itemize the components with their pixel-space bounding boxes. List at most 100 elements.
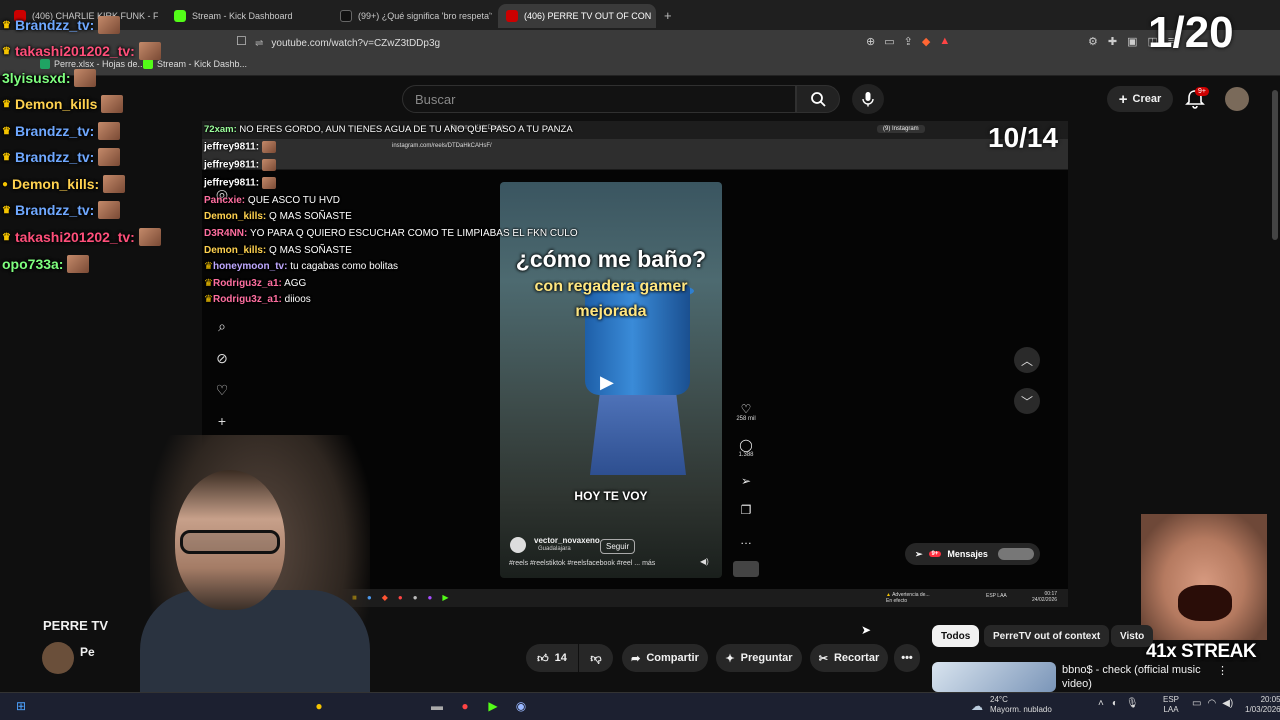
crown-icon: ♛ bbox=[2, 19, 11, 31]
emote bbox=[67, 255, 90, 273]
app-icon[interactable]: ● bbox=[310, 697, 328, 715]
like-button[interactable]: 👍︎ 14 bbox=[526, 644, 578, 672]
search-icon: ⌕ bbox=[218, 318, 226, 334]
cast-icon[interactable]: ▭ bbox=[884, 35, 894, 48]
emote bbox=[261, 141, 276, 153]
scissors-icon: ✂ bbox=[818, 652, 828, 665]
share-icon[interactable]: ⇪ bbox=[904, 35, 913, 48]
tray-app-icon[interactable]: ◐ bbox=[1112, 698, 1118, 709]
chip-channel[interactable]: PerreTV out of context bbox=[984, 625, 1110, 647]
recommended-title[interactable]: bbno$ - check (official music video) bbox=[1062, 663, 1212, 691]
big-chat-message: ♛ Demon_kills bbox=[2, 95, 124, 113]
weather-widget[interactable]: 24°C Mayorm. nublado bbox=[990, 695, 1052, 715]
wifi-icon[interactable]: ◠ bbox=[1207, 698, 1216, 709]
voice-search-button[interactable] bbox=[852, 84, 884, 114]
meme-mouth bbox=[1178, 585, 1232, 621]
app-icon: ● bbox=[397, 593, 403, 602]
volume-icon[interactable]: ◀) bbox=[1222, 698, 1233, 709]
app-icon[interactable]: ▬ bbox=[428, 697, 446, 715]
like-action[interactable]: ♡ 258 mil bbox=[731, 402, 761, 422]
author-avatar[interactable] bbox=[510, 537, 526, 553]
account-avatar[interactable] bbox=[1225, 87, 1249, 111]
site-info-icon[interactable]: ⇌ bbox=[255, 38, 263, 49]
browser-tab-active[interactable]: (406) PERRE TV OUT OF CON✕ bbox=[498, 4, 656, 28]
play-icon[interactable]: ▶ bbox=[600, 372, 614, 393]
stool bbox=[590, 395, 686, 475]
thumbs-down-icon: 👎︎ bbox=[590, 652, 602, 665]
tray-status: ▭ ◠ ◀) bbox=[1192, 698, 1233, 709]
create-button[interactable]: + Crear bbox=[1107, 86, 1173, 112]
steam-icon[interactable]: ◉ bbox=[512, 697, 530, 715]
big-chat-message: ♛ Brandzz_tv: bbox=[2, 148, 121, 166]
network-icon[interactable]: ▭ bbox=[1192, 698, 1201, 709]
kick-icon[interactable]: ▶ bbox=[484, 697, 502, 715]
reel-author[interactable]: vector_novaxeno bbox=[534, 536, 600, 545]
kick-icon: ▶ bbox=[442, 593, 449, 602]
more-vert-icon[interactable]: ⋮ bbox=[1217, 664, 1228, 677]
send-icon[interactable]: ➢ bbox=[731, 474, 761, 488]
new-tab-button[interactable]: + bbox=[664, 8, 672, 23]
save-icon[interactable]: ❐ bbox=[731, 503, 761, 517]
crown-icon: ♛ bbox=[204, 278, 213, 289]
browser-tab[interactable]: (99+) ¿Qué significa 'bro respeta'? Un bbox=[332, 4, 492, 28]
dislike-button[interactable]: 👎︎ bbox=[579, 644, 613, 672]
mute-icon[interactable]: ◀) bbox=[700, 557, 709, 566]
recommended-thumbnail[interactable] bbox=[932, 662, 1056, 692]
audio-icon[interactable] bbox=[733, 561, 759, 577]
emote bbox=[138, 42, 161, 60]
more-icon[interactable]: … bbox=[731, 533, 761, 547]
page-scrollbar[interactable] bbox=[1272, 90, 1278, 240]
share-button[interactable]: ➦ Compartir bbox=[622, 644, 708, 672]
puzzle-icon[interactable]: ✚ bbox=[1108, 35, 1117, 48]
channel-avatar[interactable] bbox=[42, 642, 74, 674]
rewards-icon[interactable]: ▲ bbox=[939, 35, 950, 48]
inner-language: ESP LAA bbox=[986, 593, 1007, 599]
next-reel-button[interactable]: ﹀ bbox=[1014, 388, 1040, 414]
channel-name[interactable]: Pe bbox=[80, 645, 95, 659]
chip-all[interactable]: Todos bbox=[932, 625, 980, 647]
crown-icon: ♛ bbox=[2, 98, 11, 110]
chip-watched[interactable]: Visto bbox=[1111, 625, 1154, 647]
inner-address-bar: instagram.com/reels/DTDaHkCAHsF/ bbox=[202, 139, 1068, 156]
notification-count-badge: 9+ bbox=[1195, 87, 1209, 96]
chevron-up-icon[interactable]: ˄ bbox=[1098, 698, 1104, 709]
video-title: PERRE TV bbox=[43, 618, 109, 633]
crown-icon: ♛ bbox=[204, 294, 213, 305]
app-icon: ● bbox=[427, 593, 433, 602]
emote bbox=[261, 159, 276, 171]
bookmark-icon[interactable]: ☐ bbox=[236, 34, 247, 48]
emote bbox=[261, 177, 276, 189]
crown-icon: ♛ bbox=[2, 125, 11, 137]
big-chat-message: ♛ takashi201202_tv: bbox=[2, 42, 161, 60]
browser-tab[interactable]: Stream - Kick Dashboard bbox=[166, 4, 328, 28]
plus-icon: + bbox=[1118, 90, 1128, 108]
emote bbox=[98, 201, 121, 219]
emote bbox=[103, 175, 126, 193]
sidebar-icon[interactable]: ▣ bbox=[1127, 35, 1137, 48]
bookmark-kick[interactable]: Stream - Kick Dashb... bbox=[143, 59, 247, 69]
app-icon[interactable]: ● bbox=[456, 697, 474, 715]
language-indicator[interactable]: ESP LAA bbox=[1163, 695, 1179, 715]
messages-button[interactable]: ➢ 9+ Mensajes bbox=[905, 543, 1040, 565]
search-icon bbox=[811, 92, 826, 107]
previous-reel-button[interactable]: ︿ bbox=[1014, 347, 1040, 373]
microphone-icon[interactable]: 🎙︎ bbox=[1126, 698, 1139, 709]
follow-button[interactable]: Seguir bbox=[600, 539, 636, 554]
brave-icon: ◆ bbox=[381, 593, 388, 602]
ask-button[interactable]: ✦ Preguntar bbox=[716, 644, 802, 672]
zoom-icon[interactable]: ⊕ bbox=[866, 35, 875, 48]
extension-icon[interactable]: ⚙ bbox=[1088, 35, 1098, 48]
big-chat-message: ♛ Brandzz_tv: bbox=[2, 16, 121, 34]
system-tray: ˄ ◐ 🎙︎ bbox=[1098, 698, 1139, 709]
bookmark-sheets[interactable]: Perre.xlsx - Hojas de... bbox=[40, 59, 145, 69]
microphone-icon bbox=[862, 92, 874, 107]
brave-shield-icon[interactable]: ◆ bbox=[922, 35, 930, 48]
search-button[interactable] bbox=[796, 85, 840, 113]
more-actions-button[interactable]: ••• bbox=[894, 644, 920, 672]
comment-action[interactable]: ◯ 1.388 bbox=[731, 438, 761, 458]
windows-start-icon[interactable]: ⊞ bbox=[12, 697, 30, 715]
clip-button[interactable]: ✂ Recortar bbox=[810, 644, 888, 672]
system-clock[interactable]: 20:05 1/03/2026 bbox=[1245, 695, 1280, 715]
share-icon: ➦ bbox=[631, 652, 641, 665]
search-input[interactable]: Buscar bbox=[402, 85, 796, 113]
